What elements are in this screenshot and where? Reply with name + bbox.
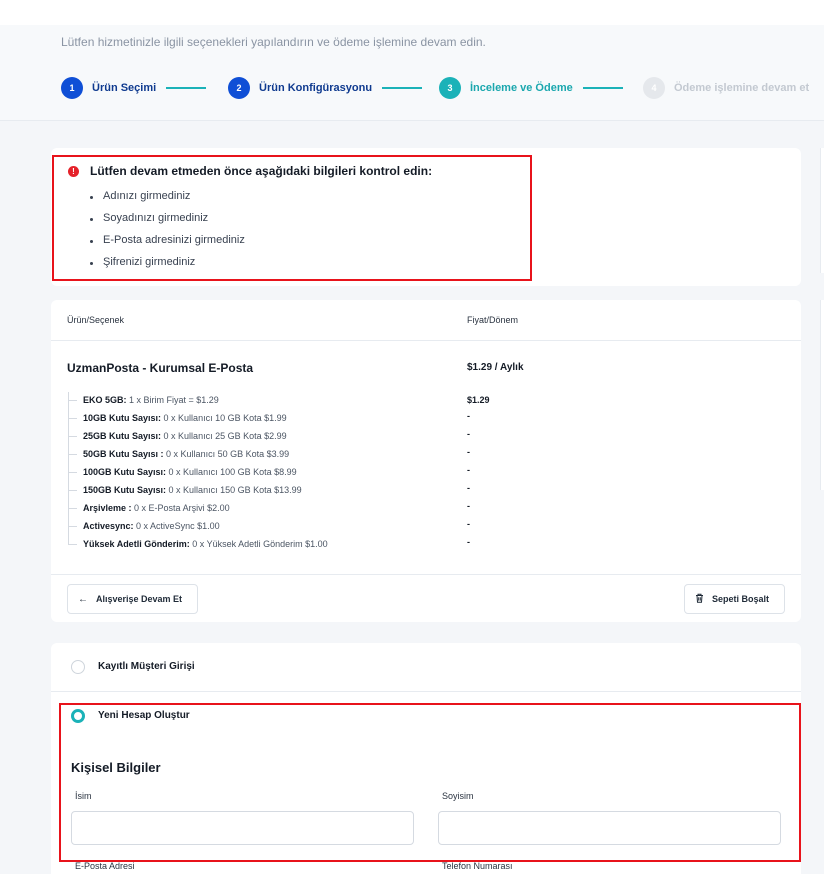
product-price: $1.29 / Aylık [467,362,524,373]
divider [51,691,801,692]
option-detail: 0 x Yüksek Adetli Gönderim $1.00 [192,539,328,549]
option-row: Arşivleme : 0 x E-Posta Arşivi $2.00 [83,503,230,517]
button-label: Alışverişe Devam Et [96,594,183,604]
step-number: 1 [61,77,83,99]
tree-tick [68,490,77,491]
option-row: Activesync: 0 x ActiveSync $1.00 [83,521,220,535]
trash-icon [695,593,704,606]
arrow-left-icon: ← [78,593,88,605]
option-name: 100GB Kutu Sayısı: [83,467,167,477]
tree-tick [68,472,77,473]
last-name-label: Soyisim [442,791,474,801]
cart-summary-card: Ürün/Seçenek Fiyat/Dönem UzmanPosta - Ku… [51,300,801,622]
option-name: 25GB Kutu Sayısı: [83,431,162,441]
step-connector [166,87,207,89]
option-row: 25GB Kutu Sayısı: 0 x Kullanıcı 25 GB Ko… [83,431,287,445]
step-label: Ürün Seçimi [92,82,157,94]
option-price: - [467,465,470,475]
alert-heading: ! Lütfen devam etmeden önce aşağıdaki bi… [68,164,432,178]
step-connector [382,87,423,89]
phone-label: Telefon Numarası [442,861,513,871]
email-label: E-Posta Adresi [75,861,135,871]
empty-cart-button[interactable]: Sepeti Boşalt [684,584,785,614]
option-price: - [467,447,470,457]
top-bar [0,0,824,25]
first-name-input[interactable] [71,811,414,845]
option-detail: 1 x Birim Fiyat = $1.29 [129,395,219,405]
page-header: Lütfen hizmetinizle ilgili seçenekleri y… [0,25,824,121]
step-number: 3 [439,77,461,99]
step-number: 2 [228,77,250,99]
option-detail: 0 x ActiveSync $1.00 [136,521,220,531]
button-label: Sepeti Boşalt [712,594,770,604]
option-row: 50GB Kutu Sayısı : 0 x Kullanıcı 50 GB K… [83,449,289,463]
option-row: 10GB Kutu Sayısı: 0 x Kullanıcı 10 GB Ko… [83,413,287,427]
option-price: - [467,411,470,421]
option-detail: 0 x Kullanıcı 50 GB Kota $3.99 [166,449,290,459]
option-price: - [467,483,470,493]
column-header-product: Ürün/Seçenek [67,315,125,325]
option-detail: 0 x Kullanıcı 10 GB Kota $1.99 [163,413,287,423]
step-product-configuration[interactable]: 2 Ürün Konfigürasyonu [228,77,423,99]
checkout-steps: 1 Ürün Seçimi 2 Ürün Konfigürasyonu 3 İn… [61,77,824,99]
tree-tick [68,526,77,527]
option-name: 50GB Kutu Sayısı : [83,449,164,459]
option-price: - [467,429,470,439]
option-row: EKO 5GB: 1 x Birim Fiyat = $1.29 [83,395,219,409]
tree-tick [68,400,77,401]
option-row: 100GB Kutu Sayısı: 0 x Kullanıcı 100 GB … [83,467,297,481]
list-item: Şifrenizi girmediniz [89,256,245,278]
column-header-price: Fiyat/Dönem [467,315,519,325]
option-name: Activesync: [83,521,134,531]
last-name-input[interactable] [438,811,781,845]
option-price: - [467,537,470,547]
divider [51,340,801,341]
option-price: $1.29 [467,395,490,405]
option-detail: 0 x Kullanıcı 100 GB Kota $8.99 [168,467,297,477]
alert-title: Lütfen devam etmeden önce aşağıdaki bilg… [90,164,433,178]
step-label: Ürün Konfigürasyonu [259,82,373,94]
list-item: Soyadınızı girmediniz [89,212,245,234]
step-label: İnceleme ve Ödeme [470,82,573,94]
continue-shopping-button[interactable]: ← Alışverişe Devam Et [67,584,198,614]
option-price: - [467,501,470,511]
existing-customer-label[interactable]: Kayıtlı Müşteri Girişi [98,661,195,672]
tree-tick [68,544,77,545]
page-subtitle: Lütfen hizmetinizle ilgili seçenekleri y… [61,35,486,49]
side-panel-edge [820,148,824,273]
error-icon: ! [68,165,79,177]
product-name: UzmanPosta - Kurumsal E-Posta [67,361,254,375]
option-detail: 0 x Kullanıcı 150 GB Kota $13.99 [168,485,302,495]
option-name: EKO 5GB: [83,395,127,405]
tree-tick [68,454,77,455]
option-name: Yüksek Adetli Gönderim: [83,539,190,549]
step-label: Ödeme işlemine devam et [674,82,810,94]
option-name: 150GB Kutu Sayısı: [83,485,167,495]
side-panel-edge [820,300,824,490]
alert-list: Adınızı girmediniz Soyadınızı girmediniz… [89,190,245,278]
first-name-label: İsim [75,791,92,801]
option-detail: 0 x Kullanıcı 25 GB Kota $2.99 [163,431,287,441]
step-connector [582,87,623,89]
option-row: 150GB Kutu Sayısı: 0 x Kullanıcı 150 GB … [83,485,302,499]
existing-customer-radio[interactable] [71,660,85,674]
list-item: E-Posta adresinizi girmediniz [89,234,245,256]
tree-tick [68,418,77,419]
option-name: Arşivleme : [83,503,132,513]
option-name: 10GB Kutu Sayısı: [83,413,162,423]
list-item: Adınızı girmediniz [89,190,245,212]
options-tree-line [68,392,69,544]
divider [51,574,801,575]
step-number: 4 [643,77,665,99]
option-price: - [467,519,470,529]
step-review-payment[interactable]: 3 İnceleme ve Ödeme [439,77,623,99]
option-detail: 0 x E-Posta Arşivi $2.00 [134,503,230,513]
option-row: Yüksek Adetli Gönderim: 0 x Yüksek Adetl… [83,539,328,553]
step-product-selection[interactable]: 1 Ürün Seçimi [61,77,207,99]
step-proceed-payment: 4 Ödeme işlemine devam et [643,77,809,99]
tree-tick [68,508,77,509]
personal-info-title: Kişisel Bilgiler [71,760,161,775]
tree-tick [68,436,77,437]
